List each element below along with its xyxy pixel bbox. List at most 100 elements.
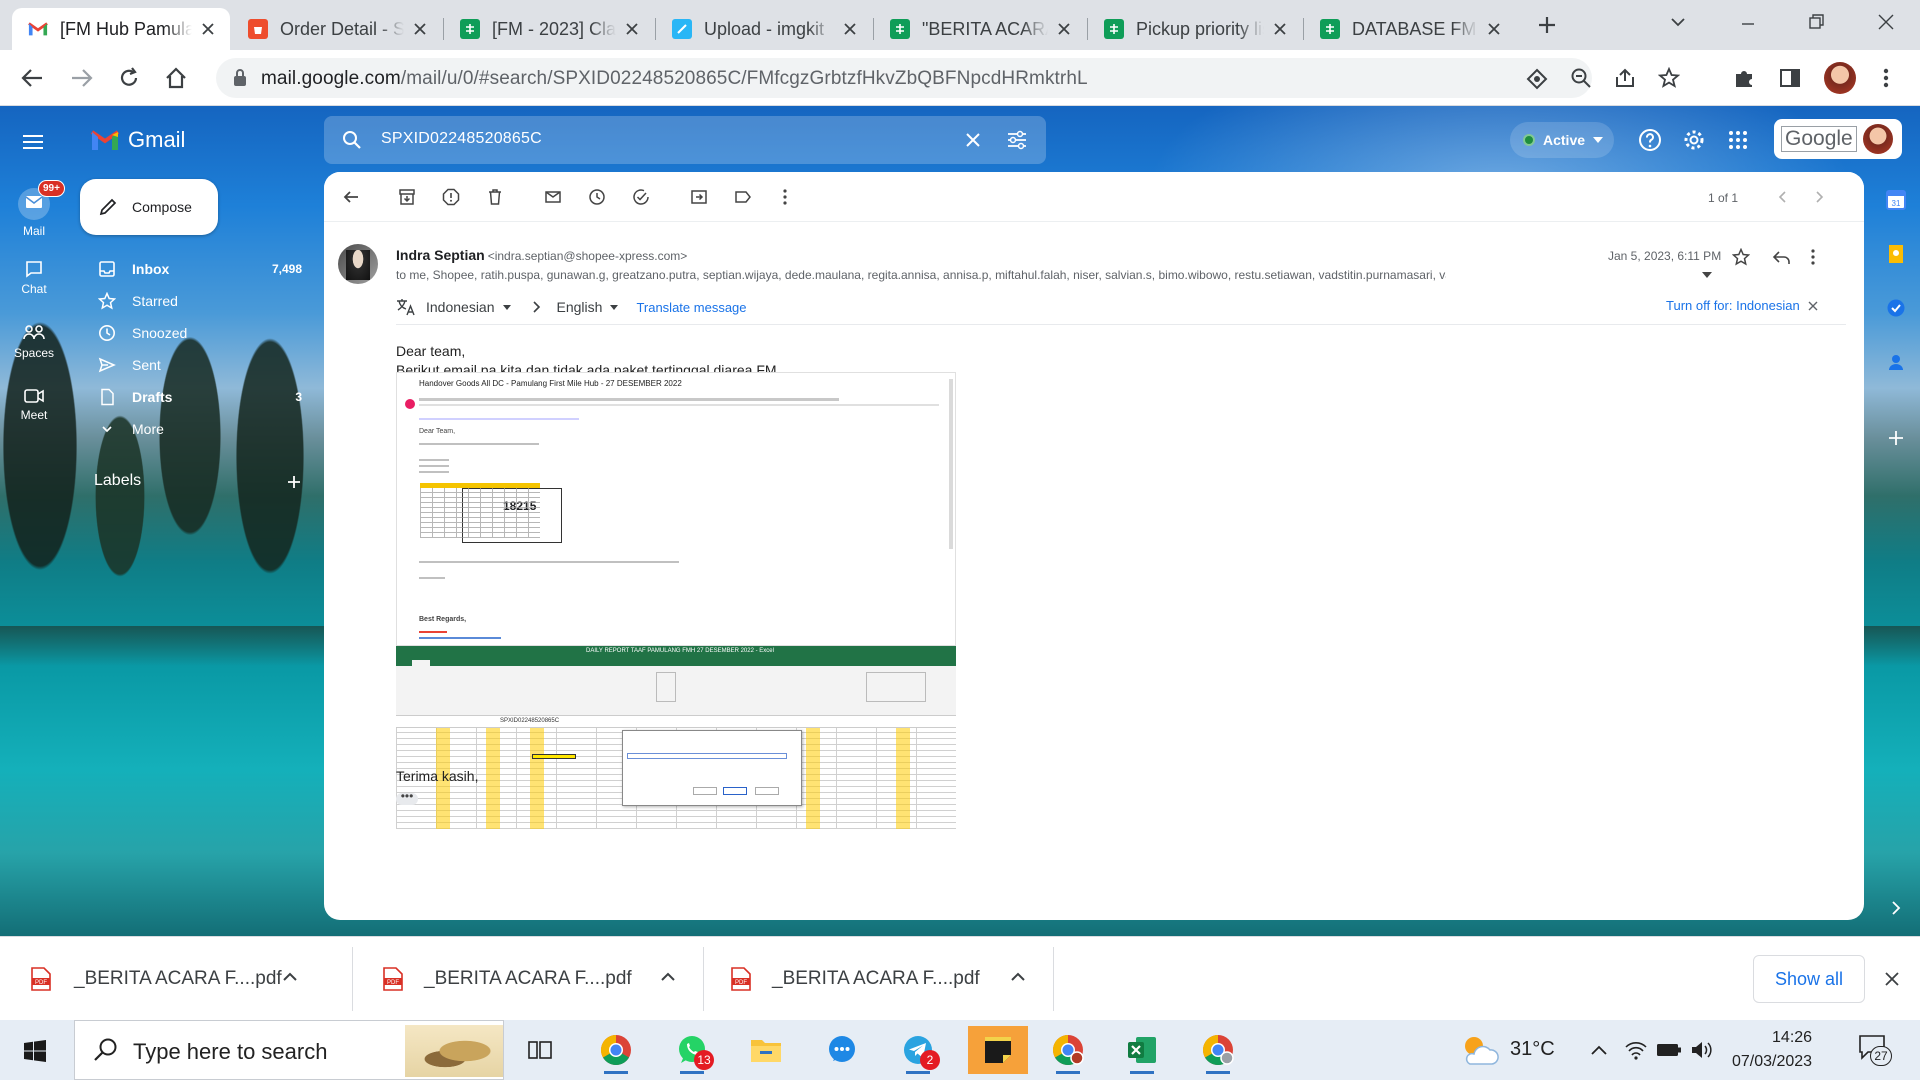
snooze-icon[interactable] (588, 188, 606, 206)
archive-icon[interactable] (398, 188, 416, 206)
close-icon[interactable] (200, 21, 216, 37)
label-icon[interactable] (734, 188, 752, 206)
url-text[interactable]: mail.google.com/mail/u/0/#search/SPXID02… (261, 68, 1088, 90)
reload-icon[interactable] (117, 66, 141, 90)
trash-icon[interactable] (486, 188, 504, 206)
mark-unread-icon[interactable] (544, 188, 562, 206)
taskbar-telegram[interactable]: 2 (894, 1026, 942, 1074)
taskbar-search[interactable]: Type here to search (74, 1020, 504, 1080)
avatar[interactable] (1862, 124, 1893, 154)
search-icon[interactable] (342, 130, 362, 150)
translate-to[interactable]: English (557, 299, 603, 315)
search-input[interactable]: SPXID02248520865C (381, 130, 542, 148)
sender-name[interactable]: Indra Septian (396, 247, 485, 263)
translate-from[interactable]: Indonesian (426, 299, 495, 315)
calendar-icon[interactable]: 31 (1886, 190, 1906, 210)
rail-spaces[interactable]: Spaces (0, 324, 68, 360)
embedded-excel-screenshot[interactable]: DAILY REPORT TAAF PAMULANG FMH 27 DESEMB… (396, 646, 956, 829)
back-icon[interactable] (20, 67, 44, 89)
move-to-icon[interactable] (690, 188, 708, 206)
close-icon[interactable] (1486, 21, 1502, 37)
nav-starred[interactable]: Starred (80, 285, 302, 317)
taskbar-chrome[interactable] (592, 1026, 640, 1074)
weather-icon[interactable] (1460, 1032, 1500, 1068)
temperature[interactable]: 31°C (1510, 1038, 1555, 1061)
tab-berita-acara[interactable]: "BERITA ACARA FM" (874, 8, 1086, 50)
tab-claim-form[interactable]: [FM - 2023] Claim Form (444, 8, 654, 50)
gmail-logo[interactable]: Gmail (90, 126, 185, 154)
bookmark-star-icon[interactable] (1658, 67, 1680, 89)
tab-database[interactable]: DATABASE FM HUB (1304, 8, 1516, 50)
contacts-icon[interactable] (1886, 352, 1906, 372)
close-icon[interactable] (1056, 21, 1072, 37)
more-actions-icon[interactable] (782, 188, 788, 206)
chevron-up-icon[interactable] (282, 971, 298, 981)
keep-icon[interactable] (1886, 244, 1906, 264)
browser-menu-icon[interactable] (1882, 66, 1890, 90)
zoom-out-icon[interactable] (1570, 67, 1592, 89)
download-item[interactable]: PDF _BERITA ACARA F....pdf (350, 937, 700, 1021)
system-clock[interactable]: 14:26 07/03/2023 (1732, 1026, 1812, 1074)
tab-upload[interactable]: Upload - imgkit (656, 8, 872, 50)
close-icon[interactable] (1272, 21, 1288, 37)
close-downloads-icon[interactable] (1884, 971, 1900, 987)
close-icon[interactable] (1808, 301, 1818, 311)
home-icon[interactable] (164, 66, 188, 90)
older-icon[interactable] (1814, 190, 1826, 204)
download-item[interactable]: PDF _BERITA ACARA F....pdf (700, 937, 1050, 1021)
nav-inbox[interactable]: Inbox 7,498 (80, 253, 302, 285)
status-button[interactable]: Active (1510, 122, 1614, 158)
embedded-email-screenshot[interactable]: Handover Goods All DC - Pamulang First M… (396, 372, 956, 646)
lock-icon[interactable] (232, 68, 248, 88)
rail-chat[interactable]: Chat (0, 260, 68, 296)
site-settings-icon[interactable] (1526, 68, 1548, 90)
close-icon[interactable] (412, 21, 428, 37)
nav-more[interactable]: More (80, 413, 302, 445)
extensions-icon[interactable] (1732, 66, 1756, 90)
add-label-icon[interactable] (286, 474, 302, 490)
taskbar-sticky-notes[interactable] (968, 1026, 1028, 1074)
show-all-downloads-button[interactable]: Show all (1753, 955, 1865, 1003)
rail-meet[interactable]: Meet (0, 388, 68, 422)
tasks-icon[interactable] (1886, 298, 1906, 318)
task-view-button[interactable] (516, 1026, 564, 1074)
chevron-up-icon[interactable] (660, 971, 676, 981)
show-trimmed-button[interactable]: ••• (396, 790, 418, 805)
add-task-icon[interactable] (632, 188, 650, 206)
download-item[interactable]: PDF _BERITA ACARA F....pdf (0, 937, 350, 1021)
chevron-up-icon[interactable] (1590, 1044, 1608, 1056)
expand-panel-icon[interactable] (1886, 898, 1906, 918)
taskbar-whatsapp[interactable]: 13 (668, 1026, 716, 1074)
close-icon[interactable] (842, 21, 858, 37)
omnibox[interactable]: mail.google.com/mail/u/0/#search/SPXID02… (216, 58, 1680, 98)
notification-center[interactable]: 27 (1858, 1034, 1894, 1068)
chevron-up-icon[interactable] (1010, 971, 1026, 981)
taskbar-file-explorer[interactable] (742, 1026, 790, 1074)
clear-search-icon[interactable] (964, 131, 982, 149)
tab-order-detail[interactable]: Order Detail - Shopee Xpress (232, 8, 442, 50)
battery-icon[interactable] (1656, 1042, 1682, 1058)
new-tab-icon[interactable] (1536, 14, 1558, 36)
taskbar-messenger[interactable] (818, 1026, 866, 1074)
taskbar-chrome-second[interactable] (1194, 1026, 1242, 1074)
turn-off-translate[interactable]: Turn off for: Indonesian (1666, 298, 1818, 313)
translate-message-link[interactable]: Translate message (636, 300, 746, 315)
report-spam-icon[interactable] (442, 188, 460, 206)
window-close-icon[interactable] (1876, 12, 1896, 32)
forward-icon[interactable] (70, 67, 94, 89)
google-account-button[interactable]: Google (1774, 119, 1902, 159)
message-more-icon[interactable] (1810, 248, 1816, 266)
volume-icon[interactable] (1690, 1040, 1714, 1060)
search-options-icon[interactable] (1006, 130, 1028, 150)
nav-sent[interactable]: Sent (80, 349, 302, 381)
taskbar-excel[interactable] (1118, 1026, 1166, 1074)
minimize-icon[interactable] (1738, 14, 1758, 34)
search-bar[interactable]: SPXID02248520865C (324, 116, 1046, 164)
apps-grid-icon[interactable] (1728, 130, 1748, 150)
wifi-icon[interactable] (1624, 1040, 1648, 1060)
show-details-icon[interactable] (1702, 272, 1712, 278)
help-icon[interactable] (1638, 128, 1662, 152)
restore-icon[interactable] (1806, 12, 1826, 32)
star-icon[interactable] (1732, 248, 1750, 266)
profile-avatar[interactable] (1824, 62, 1856, 94)
